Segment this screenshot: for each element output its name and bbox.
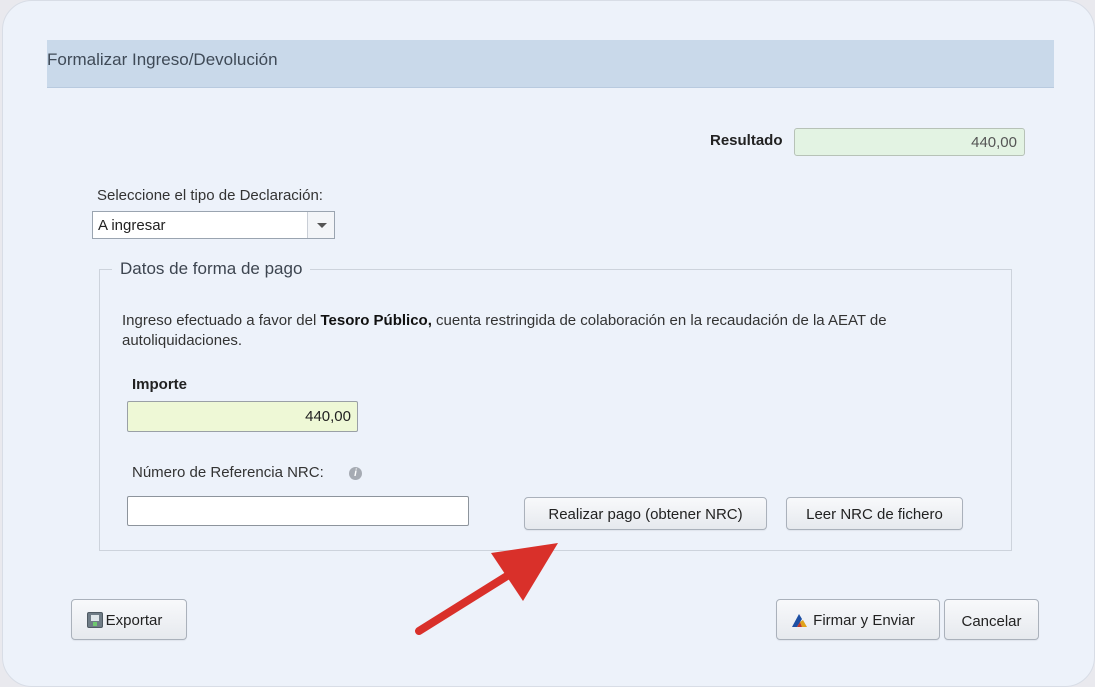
info-icon[interactable]: i	[349, 467, 362, 480]
firmar-enviar-button[interactable]: Firmar y Enviar	[776, 599, 940, 640]
cancelar-button[interactable]: Cancelar	[944, 599, 1039, 640]
importe-label: Importe	[132, 376, 188, 393]
resultado-label: Resultado	[710, 132, 783, 149]
tipo-declaracion-select[interactable]: A ingresar	[92, 211, 335, 239]
dialog-title-bar: Formalizar Ingreso/Devolución	[47, 40, 1054, 88]
dialog-title: Formalizar Ingreso/Devolución	[47, 50, 278, 69]
export-icon	[87, 612, 103, 628]
sign-icon	[792, 614, 807, 627]
forma-pago-legend: Datos de forma de pago	[120, 259, 303, 278]
dialog-window: Formalizar Ingreso/Devolución Resultado …	[2, 0, 1095, 687]
exportar-button[interactable]: Exportar	[71, 599, 187, 640]
info-text-prefix: Ingreso efectuado a favor del	[122, 312, 321, 329]
leer-nrc-button[interactable]: Leer NRC de fichero	[786, 497, 963, 530]
exportar-label: Exportar	[105, 612, 163, 629]
info-text-bold: Tesoro Público,	[320, 312, 432, 329]
tipo-declaracion-value: A ingresar	[98, 217, 166, 234]
nrc-label: Número de Referencia NRC:	[132, 464, 324, 481]
nrc-input[interactable]	[127, 496, 469, 526]
realizar-pago-button[interactable]: Realizar pago (obtener NRC)	[524, 497, 767, 530]
importe-field[interactable]: 440,00	[127, 401, 358, 432]
forma-pago-info-text: Ingreso efectuado a favor del Tesoro Púb…	[122, 311, 992, 351]
firmar-enviar-label: Firmar y Enviar	[813, 612, 915, 629]
tipo-declaracion-label: Seleccione el tipo de Declaración:	[97, 187, 323, 204]
resultado-field: 440,00	[794, 128, 1025, 156]
chevron-down-icon[interactable]	[307, 212, 334, 238]
